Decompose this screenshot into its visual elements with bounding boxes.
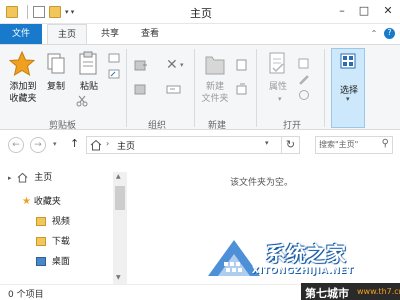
maximize-button[interactable]: □ xyxy=(354,2,374,20)
history-icon[interactable] xyxy=(298,89,310,101)
close-button[interactable]: ✕ xyxy=(378,2,398,20)
new-folder-icon[interactable] xyxy=(49,6,61,18)
sidebar-item-favorites[interactable]: ★ 收藏夹 xyxy=(22,194,61,210)
home-icon xyxy=(18,172,28,183)
watermark-title: 系统之家 xyxy=(266,242,346,266)
divider xyxy=(126,49,127,127)
customize-quick-access-button[interactable]: ▾ ▾ xyxy=(65,8,74,16)
folder-icon xyxy=(36,217,46,226)
refresh-button[interactable]: ↻ xyxy=(282,136,300,154)
chevron-down-icon: ▾ xyxy=(346,95,350,103)
navigation-pane: ▸ 主页 ★ 收藏夹 视频 下载 桌面 ▲ ▼ xyxy=(0,162,128,284)
watermark-badge: 第七城市 www.th7.cn xyxy=(301,283,400,300)
cut-icon[interactable] xyxy=(76,95,88,107)
search-input[interactable]: 搜索"主页" ⚲ xyxy=(315,136,393,154)
forward-button[interactable]: → xyxy=(30,137,46,153)
watermark-badge-text: 第七城市 xyxy=(305,287,349,300)
clipboard-group-label: 剪贴板 xyxy=(49,121,77,131)
collapse-icon[interactable]: ▸ xyxy=(8,174,12,182)
open-icon[interactable] xyxy=(298,57,310,69)
empty-folder-message: 该文件夹为空。 xyxy=(230,178,294,188)
navigation-bar: ← → ▾ ↑ › 主页 ▾ ↻ 搜索"主页" ⚲ xyxy=(0,134,400,156)
paste-icon xyxy=(79,51,97,75)
properties-button[interactable]: 属性 xyxy=(264,81,292,93)
breadcrumb[interactable]: 主页 xyxy=(117,139,135,152)
title-bar: ▾ ▾ 主页 – □ ✕ xyxy=(0,0,400,24)
paste-shortcut-icon[interactable] xyxy=(108,69,120,79)
properties-icon[interactable] xyxy=(33,6,45,18)
edit-icon[interactable] xyxy=(298,73,310,85)
folder-icon xyxy=(6,6,18,18)
divider xyxy=(194,49,195,127)
copy-button[interactable]: 复制 xyxy=(42,81,70,93)
up-button[interactable]: ↑ xyxy=(70,137,79,150)
help-icon[interactable]: ? xyxy=(384,28,395,39)
home-icon xyxy=(90,139,102,151)
scrollbar-thumb[interactable] xyxy=(115,186,125,210)
open-group-label: 打开 xyxy=(283,121,302,131)
pin-label-line2: 收藏夹 xyxy=(9,94,37,104)
recent-locations-icon[interactable]: ▾ xyxy=(53,140,57,148)
ribbon: 添加到 收藏夹 复制 粘贴 剪贴板 ✕ ▾ 组织 新建 文件夹 新建 属性 ▾ … xyxy=(0,44,400,131)
tab-share[interactable]: 共享 xyxy=(92,24,128,44)
back-button[interactable]: ← xyxy=(8,137,24,153)
watermark: 系统之家 XITONGZHIJIA.NET 第七城市 www.th7.cn xyxy=(204,230,400,300)
properties-icon xyxy=(269,52,285,74)
move-to-icon[interactable] xyxy=(134,59,148,71)
tab-view[interactable]: 查看 xyxy=(132,24,168,44)
sidebar-item-home[interactable]: ▸ 主页 xyxy=(8,170,52,186)
new-folder-icon xyxy=(205,56,225,75)
navigation-pane-scrollbar[interactable]: ▲ ▼ xyxy=(113,172,127,284)
sidebar-item-label: 收藏夹 xyxy=(33,197,61,207)
sidebar-item-label: 桌面 xyxy=(51,257,70,267)
star-icon: ★ xyxy=(22,196,31,207)
scroll-down-icon[interactable]: ▼ xyxy=(116,274,121,281)
new-item-icon[interactable] xyxy=(236,59,248,71)
select-icon xyxy=(340,53,356,69)
sidebar-item-label: 主页 xyxy=(34,173,53,183)
easy-access-icon[interactable] xyxy=(236,83,248,95)
item-count: 0 个项目 xyxy=(8,290,44,300)
sidebar-item-label: 视频 xyxy=(51,217,70,227)
sidebar-item-label: 下载 xyxy=(51,237,70,247)
desktop-icon xyxy=(36,257,46,266)
download-folder-icon xyxy=(36,237,46,246)
address-bar[interactable]: › 主页 ▾ xyxy=(86,136,282,154)
chevron-down-icon[interactable]: ▾ xyxy=(278,95,282,103)
new-folder-label-line1: 新建 xyxy=(205,82,224,92)
pin-label-line1: 添加到 xyxy=(9,82,37,92)
divider xyxy=(256,49,257,127)
scroll-up-icon[interactable]: ▲ xyxy=(116,173,121,180)
paste-button[interactable]: 粘贴 xyxy=(75,81,103,93)
search-placeholder: 搜索"主页" xyxy=(319,140,359,149)
copy-icon xyxy=(47,53,65,74)
select-button[interactable]: 选择 ▾ xyxy=(331,48,365,128)
breadcrumb-separator[interactable]: › xyxy=(106,139,109,148)
watermark-badge-url: www.th7.cn xyxy=(357,287,400,296)
watermark-subtitle: XITONGZHIJIA.NET xyxy=(252,266,354,276)
chevron-down-icon[interactable]: ▾ xyxy=(180,61,184,69)
rename-icon[interactable] xyxy=(166,83,182,95)
collapse-ribbon-icon[interactable]: ⌃ xyxy=(369,29,379,39)
ribbon-tabs: 文件 主页 共享 查看 ⌃ ? xyxy=(0,24,400,44)
window-title: 主页 xyxy=(190,7,212,20)
divider xyxy=(324,49,325,127)
copy-to-icon[interactable] xyxy=(134,83,148,95)
quick-access-toolbar: ▾ ▾ xyxy=(6,4,74,20)
new-folder-label-line2: 文件夹 xyxy=(201,94,229,104)
sidebar-item-videos[interactable]: 视频 xyxy=(36,214,70,230)
divider xyxy=(27,5,28,19)
search-icon[interactable]: ⚲ xyxy=(382,138,389,149)
sidebar-item-downloads[interactable]: 下载 xyxy=(36,234,70,250)
star-icon xyxy=(9,51,35,77)
minimize-button[interactable]: – xyxy=(332,2,352,20)
copy-path-icon[interactable] xyxy=(108,53,120,63)
tab-file[interactable]: 文件 xyxy=(0,24,42,44)
delete-icon[interactable]: ✕ xyxy=(166,57,178,73)
organize-group-label: 组织 xyxy=(148,121,167,131)
tab-home[interactable]: 主页 xyxy=(47,24,87,44)
chevron-down-icon[interactable]: ▾ xyxy=(265,139,269,147)
new-group-label: 新建 xyxy=(208,121,227,131)
sidebar-item-desktop[interactable]: 桌面 xyxy=(36,254,70,270)
